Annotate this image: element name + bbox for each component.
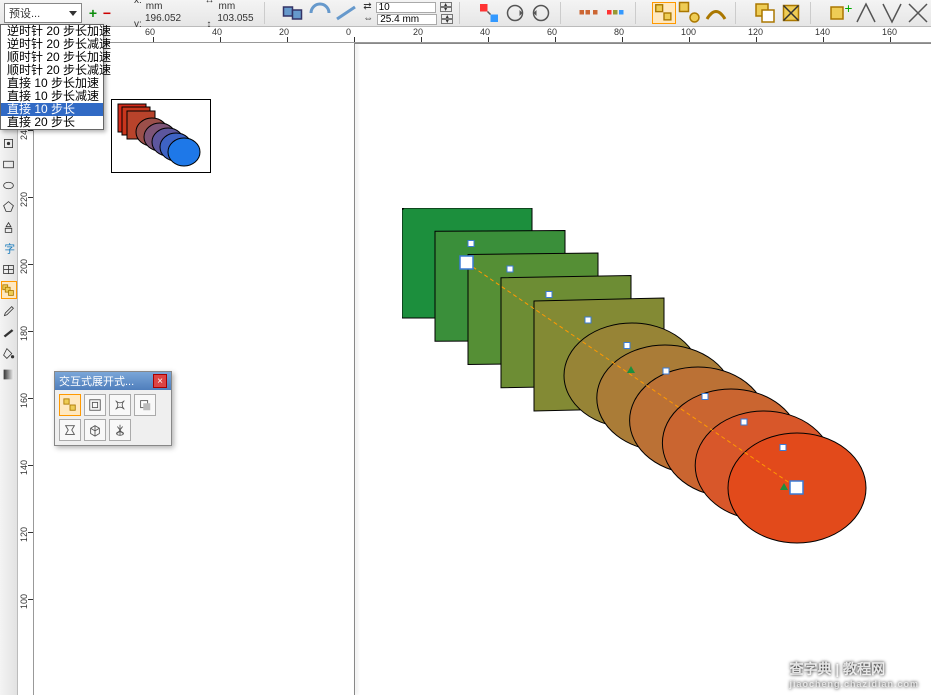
step-spinners: ⇄ ▴▾ ⇔ ▴▾ bbox=[363, 1, 453, 25]
spacing-input[interactable] bbox=[377, 14, 437, 25]
preset-dropdown[interactable]: 逆时针 20 步长加速逆时针 20 步长减速顺时针 20 步长加速顺时针 20 … bbox=[0, 24, 104, 130]
eyedropper-tool[interactable] bbox=[1, 302, 17, 320]
copy-properties-button[interactable] bbox=[753, 2, 777, 24]
blend-object[interactable] bbox=[402, 208, 872, 608]
blend-accel-button[interactable] bbox=[334, 2, 358, 24]
outline-tool[interactable] bbox=[1, 323, 17, 341]
rectangle-tool[interactable] bbox=[1, 155, 17, 173]
interactive-blend-panel[interactable]: 交互式展开式... × bbox=[54, 371, 172, 446]
watermark: 查字典 | 教程网 jiaocheng.chazidian.com bbox=[789, 659, 919, 689]
width-value: 141.28 mm bbox=[218, 0, 258, 13]
color-cw-button[interactable] bbox=[503, 2, 527, 24]
color-direct-button[interactable] bbox=[477, 2, 501, 24]
text-tool[interactable]: 字 bbox=[1, 239, 17, 257]
preset-remove-button[interactable]: − bbox=[101, 5, 113, 21]
close-icon[interactable]: × bbox=[153, 374, 167, 388]
horizontal-ruler: 604020020406080100120140160 bbox=[18, 27, 931, 43]
path-properties-button[interactable] bbox=[704, 2, 728, 24]
x-value: 85.735 mm bbox=[146, 0, 187, 13]
basic-shapes-tool[interactable] bbox=[1, 218, 17, 236]
blend-spacing-toggle[interactable] bbox=[652, 2, 676, 24]
fill-tool[interactable] bbox=[1, 344, 17, 362]
object-accel-button[interactable] bbox=[578, 2, 602, 24]
panel-titlebar[interactable]: 交互式展开式... × bbox=[55, 372, 171, 390]
blend-tool[interactable] bbox=[1, 281, 17, 299]
blend-loop-button[interactable] bbox=[308, 2, 332, 24]
panel-title: 交互式展开式... bbox=[59, 373, 134, 389]
split-button[interactable] bbox=[906, 2, 930, 24]
color-ccw-button[interactable] bbox=[529, 2, 553, 24]
preset-label: 预设... bbox=[9, 5, 40, 21]
spacing-icon: ⇔ bbox=[363, 13, 373, 25]
x-label: x: bbox=[134, 0, 144, 7]
panel-contour-button[interactable] bbox=[84, 394, 106, 416]
panel-extrude-button[interactable] bbox=[84, 419, 106, 441]
start-end-button[interactable] bbox=[678, 2, 702, 24]
preset-add-button[interactable]: + bbox=[87, 5, 99, 21]
polygon-tool[interactable] bbox=[1, 197, 17, 215]
steps-input[interactable] bbox=[376, 2, 436, 13]
preset-combo[interactable]: 预设... bbox=[4, 3, 82, 23]
steps-icon: ⇄ bbox=[363, 1, 371, 13]
panel-blend-button[interactable] bbox=[59, 394, 81, 416]
table-tool[interactable] bbox=[1, 260, 17, 278]
page-edge bbox=[354, 43, 355, 695]
interactive-fill-tool[interactable] bbox=[1, 365, 17, 383]
page-top-edge bbox=[354, 43, 931, 44]
canvas[interactable]: 交互式展开式... × 查字典 | 教程网 jiaocheng.chazidia… bbox=[34, 43, 931, 695]
width-icon: ↔ bbox=[204, 0, 214, 6]
vertical-ruler: 260240220200180160140120100 bbox=[18, 43, 34, 695]
ellipse-tool[interactable] bbox=[1, 176, 17, 194]
blend-direct-button[interactable] bbox=[282, 2, 306, 24]
watermark-main: 查字典 | 教程网 bbox=[789, 661, 885, 677]
svg-text:字: 字 bbox=[4, 242, 15, 254]
spacing-spinner[interactable]: ▴▾ bbox=[441, 14, 453, 24]
panel-envelope-button[interactable] bbox=[59, 419, 81, 441]
panel-distort-button[interactable] bbox=[109, 394, 131, 416]
fuse-start-button[interactable] bbox=[854, 2, 878, 24]
property-bar: 预设... + − x:85.735 mm y:196.052 mm ↔141.… bbox=[0, 0, 931, 27]
panel-dropshadow-button[interactable] bbox=[134, 394, 156, 416]
steps-spinner[interactable]: ▴▾ bbox=[440, 2, 452, 12]
color-accel-button[interactable] bbox=[604, 2, 628, 24]
watermark-sub: jiaocheng.chazidian.com bbox=[789, 679, 919, 689]
preset-option[interactable]: 直接 20 步长 bbox=[1, 116, 103, 129]
panel-transparency-button[interactable] bbox=[109, 419, 131, 441]
chevron-down-icon bbox=[69, 11, 77, 16]
new-blend-button[interactable]: + bbox=[828, 2, 852, 24]
clear-blend-button[interactable] bbox=[779, 2, 803, 24]
blend-preview-thumb bbox=[111, 99, 211, 173]
smart-fill-tool[interactable] bbox=[1, 134, 17, 152]
fuse-end-button[interactable] bbox=[880, 2, 904, 24]
svg-text:+: + bbox=[844, 1, 852, 16]
